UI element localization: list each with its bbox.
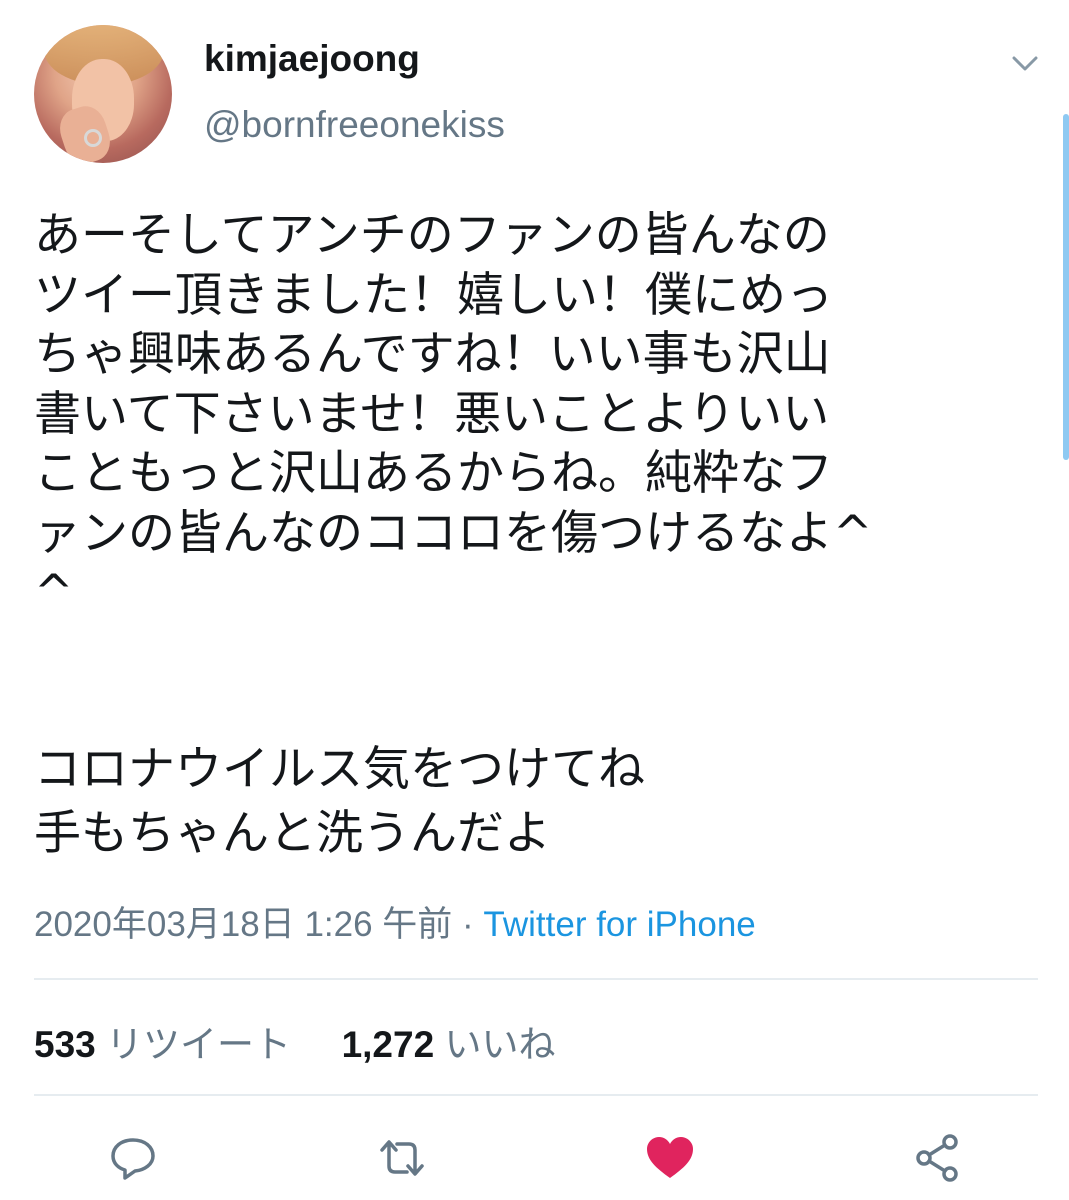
chevron-down-icon: [1012, 56, 1038, 71]
reply-button[interactable]: [107, 1132, 159, 1184]
display-name[interactable]: kimjaejoong: [204, 38, 420, 80]
share-button[interactable]: [912, 1132, 964, 1184]
share-icon: [916, 1134, 958, 1182]
retweets-stat[interactable]: 533 リツイート: [34, 1024, 291, 1065]
likes-count: 1,272: [341, 1024, 435, 1065]
retweets-count: 533: [34, 1024, 96, 1065]
tweet-text-second: コロナウイルス気をつけてね 手もちゃんと洗うんだよ: [34, 742, 645, 861]
likes-stat[interactable]: 1,272 いいね: [342, 1024, 556, 1065]
tweet-text: あーそしてアンチのファンの皆んなの ツイー頂きました！嬉しい！僕にめっ ちゃ興味…: [34, 208, 873, 620]
user-handle[interactable]: @bornfreeonekiss: [204, 104, 505, 146]
timestamp[interactable]: 2020年03月18日 1:26 午前: [34, 905, 452, 944]
retweet-icon: [380, 1140, 424, 1176]
tweet-stats: 533 リツイート 1,272 いいね: [34, 1014, 555, 1068]
more-options-button[interactable]: [1008, 46, 1042, 80]
likes-label: いいね: [444, 1024, 556, 1065]
like-button[interactable]: [644, 1132, 696, 1184]
source-link[interactable]: Twitter for iPhone: [483, 905, 755, 944]
retweet-button[interactable]: [376, 1132, 428, 1184]
retweets-label: リツイート: [106, 1024, 292, 1065]
heart-icon: [647, 1137, 693, 1178]
divider: [34, 1094, 1038, 1096]
scrollbar[interactable]: [1063, 114, 1069, 460]
reply-icon: [111, 1138, 155, 1180]
meta-separator: ·: [452, 905, 484, 944]
avatar[interactable]: [34, 25, 172, 163]
avatar-ring: [84, 129, 102, 147]
tweet-meta: 2020年03月18日 1:26 午前 · Twitter for iPhone: [34, 896, 756, 947]
divider: [34, 978, 1038, 980]
